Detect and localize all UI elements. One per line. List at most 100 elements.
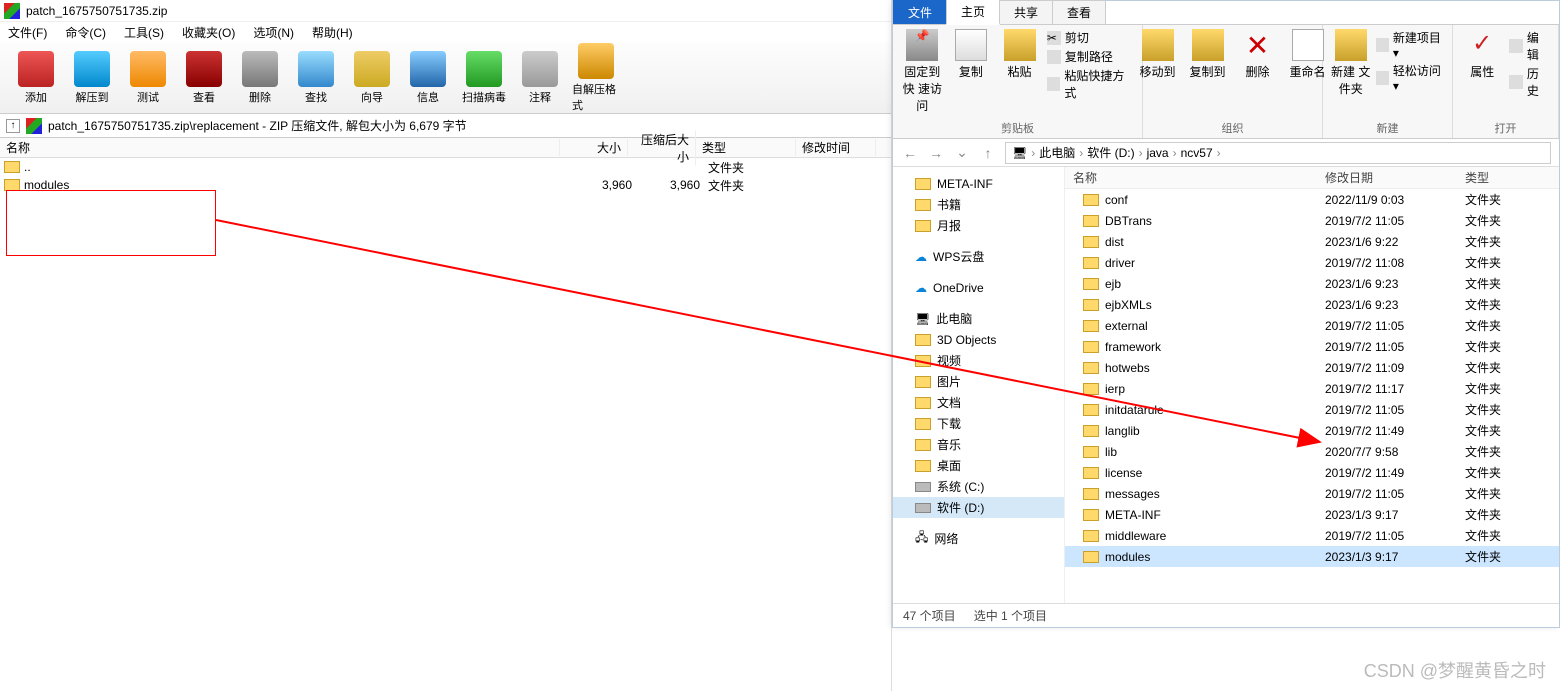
newitem-button[interactable]: 新建项目 ▾	[1376, 29, 1444, 60]
list-item[interactable]: lib2020/7/7 9:58文件夹	[1065, 441, 1559, 462]
list-item[interactable]: ejbXMLs2023/1/6 9:23文件夹	[1065, 294, 1559, 315]
sidebar-item[interactable]: 图片	[893, 371, 1064, 392]
hdr-type[interactable]: 类型	[1465, 169, 1545, 186]
toolbar-添加[interactable]: 添加	[12, 51, 60, 105]
hdr-name[interactable]: 名称	[1065, 169, 1325, 186]
sidebar-item[interactable]: 月报	[893, 215, 1064, 236]
tab-home[interactable]: 主页	[946, 0, 1000, 25]
list-item[interactable]: framework2019/7/2 11:05文件夹	[1065, 336, 1559, 357]
list-item[interactable]: middleware2019/7/2 11:05文件夹	[1065, 525, 1559, 546]
list-item[interactable]: DBTrans2019/7/2 11:05文件夹	[1065, 210, 1559, 231]
col-size[interactable]: 大小	[560, 139, 628, 156]
newfolder-button[interactable]: 新建 文件夹	[1331, 29, 1370, 97]
crumb[interactable]: java	[1147, 146, 1169, 160]
sidebar-item[interactable]: META-INF	[893, 173, 1064, 194]
sidebar-item[interactable]: 系统 (C:)	[893, 476, 1064, 497]
col-date[interactable]: 修改时间	[796, 139, 876, 156]
edit-button[interactable]: 编辑	[1509, 29, 1550, 63]
list-item[interactable]: driver2019/7/2 11:08文件夹	[1065, 252, 1559, 273]
cut-button[interactable]: ✂剪切	[1047, 29, 1134, 46]
copyto-button[interactable]: 复制到	[1186, 29, 1230, 80]
list-item[interactable]: hotwebs2019/7/2 11:09文件夹	[1065, 357, 1559, 378]
folder-icon	[1083, 404, 1099, 416]
hdr-date[interactable]: 修改日期	[1325, 169, 1465, 186]
toolbar-信息[interactable]: 信息	[404, 51, 452, 105]
menu-item[interactable]: 选项(N)	[253, 24, 294, 41]
toolbar-测试[interactable]: 测试	[124, 51, 172, 105]
crumb[interactable]: 软件 (D:)	[1087, 144, 1134, 161]
pasteshortcut-button[interactable]: 粘贴快捷方式	[1047, 67, 1134, 101]
paste-button[interactable]: 粘贴	[998, 29, 1041, 80]
toolbar-查看[interactable]: 查看	[180, 51, 228, 105]
nav-up[interactable]: ↑	[979, 144, 997, 162]
col-packed[interactable]: 压缩后大小	[628, 131, 696, 165]
list-item[interactable]: messages2019/7/2 11:05文件夹	[1065, 483, 1559, 504]
toolbar-向导[interactable]: 向导	[348, 51, 396, 105]
nav-back[interactable]: ←	[901, 144, 919, 162]
tab-share[interactable]: 共享	[999, 0, 1053, 24]
sidebar-item[interactable]: 软件 (D:)	[893, 497, 1064, 518]
list-item[interactable]: ierp2019/7/2 11:17文件夹	[1065, 378, 1559, 399]
menu-item[interactable]: 帮助(H)	[312, 24, 353, 41]
breadcrumb[interactable]: 🖥›此电脑›软件 (D:)›java›ncv57›	[1005, 142, 1551, 164]
nav-recent[interactable]: ⌄	[953, 144, 971, 162]
copypath-button[interactable]: 复制路径	[1047, 48, 1134, 65]
sidebar-item[interactable]: ☁WPS云盘	[893, 246, 1064, 267]
sidebar-item[interactable]: 音乐	[893, 434, 1064, 455]
path-text[interactable]: patch_1675750751735.zip\replacement - ZI…	[48, 117, 467, 134]
sidebar-item[interactable]: 🖥此电脑	[893, 308, 1064, 329]
toolbar-查找[interactable]: 查找	[292, 51, 340, 105]
toolbar-删除[interactable]: 删除	[236, 51, 284, 105]
menu-item[interactable]: 文件(F)	[8, 24, 47, 41]
sidebar-item[interactable]: 🖧网络	[893, 528, 1064, 549]
pin-button[interactable]: 📌固定到快 速访问	[901, 29, 944, 114]
file-row[interactable]: modules3,9603,960文件夹	[0, 176, 891, 194]
moveto-button[interactable]: 移动到	[1136, 29, 1180, 80]
watermark: CSDN @梦醒黄昏之时	[1364, 657, 1546, 683]
tab-view[interactable]: 查看	[1052, 0, 1106, 24]
explorer-tabs: 文件 主页 共享 查看	[893, 1, 1559, 25]
toolbar-自解压格式[interactable]: 自解压格式	[572, 43, 620, 113]
sidebar-item[interactable]: 书籍	[893, 194, 1064, 215]
properties-button[interactable]: ✓属性	[1461, 29, 1503, 80]
col-type[interactable]: 类型	[696, 139, 796, 156]
copy-button[interactable]: 复制	[950, 29, 993, 80]
toolbar-扫描病毒[interactable]: 扫描病毒	[460, 51, 508, 105]
menu-item[interactable]: 命令(C)	[65, 24, 106, 41]
toolbar-解压到[interactable]: 解压到	[68, 51, 116, 105]
list-item[interactable]: dist2023/1/6 9:22文件夹	[1065, 231, 1559, 252]
list-item[interactable]: license2019/7/2 11:49文件夹	[1065, 462, 1559, 483]
file-row[interactable]: ..文件夹	[0, 158, 891, 176]
list-item[interactable]: modules2023/1/3 9:17文件夹	[1065, 546, 1559, 567]
toolbar-注释[interactable]: 注释	[516, 51, 564, 105]
list-item[interactable]: META-INF2023/1/3 9:17文件夹	[1065, 504, 1559, 525]
menu-item[interactable]: 收藏夹(O)	[182, 24, 235, 41]
sidebar-item[interactable]: ☁OneDrive	[893, 277, 1064, 298]
menu-item[interactable]: 工具(S)	[124, 24, 164, 41]
list-item[interactable]: ejb2023/1/6 9:23文件夹	[1065, 273, 1559, 294]
sidebar-item[interactable]: 3D Objects	[893, 329, 1064, 350]
tab-file[interactable]: 文件	[893, 0, 947, 24]
crumb[interactable]: ncv57	[1181, 146, 1213, 160]
sidebar-item[interactable]: 下载	[893, 413, 1064, 434]
delete-button[interactable]: ✕删除	[1236, 29, 1280, 80]
list-item[interactable]: langlib2019/7/2 11:49文件夹	[1065, 420, 1559, 441]
list-item[interactable]: conf2022/11/9 0:03文件夹	[1065, 189, 1559, 210]
open-label: 打开	[1495, 118, 1517, 138]
sidebar-item[interactable]: 桌面	[893, 455, 1064, 476]
folder-icon	[915, 397, 931, 409]
解压到-icon	[74, 51, 110, 87]
cloud-icon: ☁	[915, 281, 927, 295]
col-name[interactable]: 名称	[0, 139, 560, 156]
pc-icon: 🖥	[1012, 146, 1027, 160]
nav-forward[interactable]: →	[927, 144, 945, 162]
list-item[interactable]: initdatarule2019/7/2 11:05文件夹	[1065, 399, 1559, 420]
crumb[interactable]: 此电脑	[1039, 144, 1075, 161]
easyaccess-button[interactable]: 轻松访问 ▾	[1376, 62, 1444, 93]
sidebar-item[interactable]: 视频	[893, 350, 1064, 371]
folder-icon	[1083, 320, 1099, 332]
history-button[interactable]: 历史	[1509, 65, 1550, 99]
list-item[interactable]: external2019/7/2 11:05文件夹	[1065, 315, 1559, 336]
up-button[interactable]: ↑	[6, 119, 20, 133]
sidebar-item[interactable]: 文档	[893, 392, 1064, 413]
